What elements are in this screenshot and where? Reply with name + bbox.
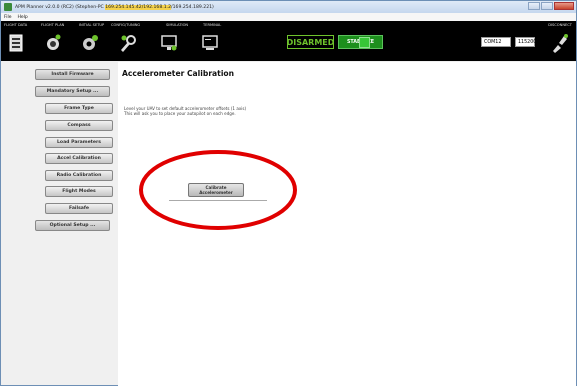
- window-title: APM Planner v2.0.0 (RC2) (Stephen-PC 169…: [15, 4, 214, 10]
- sidebar-item-compass[interactable]: Compass: [45, 120, 113, 131]
- armed-status-indicator: DISARMED: [287, 35, 334, 49]
- tab-initial-setup-label[interactable]: INITIAL SETUP: [79, 23, 104, 27]
- simulation-icon[interactable]: [160, 33, 178, 53]
- menu-bar: File Help: [1, 13, 576, 21]
- calibration-instructions: Level your UAV to set default accelerome…: [124, 106, 247, 116]
- flight-plan-icon[interactable]: [44, 33, 62, 53]
- tab-flight-plan-label[interactable]: FLIGHT PLAN: [41, 23, 64, 27]
- flight-data-icon[interactable]: [7, 33, 25, 53]
- sidebar-item-failsafe[interactable]: Failsafe: [45, 203, 113, 214]
- connection-status-led: [359, 37, 370, 48]
- tab-flight-data-label[interactable]: FLIGHT DATA: [4, 23, 27, 27]
- tab-simulation-label[interactable]: SIMULATION: [166, 23, 188, 27]
- calibrate-accelerometer-button[interactable]: Calibrate Accelerometer: [188, 183, 244, 197]
- toolbar: FLIGHT DATA FLIGHT PLAN INITIAL SETUP CO…: [1, 21, 576, 61]
- sidebar-item-mandatory-setup[interactable]: Mandatory Setup ...: [35, 86, 110, 97]
- tab-config-tuning-label[interactable]: CONFIG/TUNING: [111, 23, 140, 27]
- maximize-button[interactable]: [541, 2, 553, 10]
- sidebar-item-flight-modes[interactable]: Flight Modes: [45, 186, 113, 197]
- terminal-icon[interactable]: [201, 33, 219, 53]
- com-port-select[interactable]: COM12: [481, 37, 511, 47]
- disconnect-plug-icon[interactable]: [550, 33, 568, 53]
- baud-rate-select[interactable]: 115200: [515, 37, 536, 47]
- menu-file[interactable]: File: [4, 15, 12, 20]
- tab-terminal-label[interactable]: TERMINAL: [203, 23, 221, 27]
- sidebar-item-frame-type[interactable]: Frame Type: [45, 103, 113, 114]
- initial-setup-icon[interactable]: [81, 33, 99, 53]
- title-bar: APM Planner v2.0.0 (RC2) (Stephen-PC 169…: [1, 1, 576, 13]
- divider: [169, 200, 267, 201]
- sidebar-item-accel-calibration[interactable]: Accel Calibration: [45, 153, 113, 164]
- disconnect-label[interactable]: DISCONNECT: [548, 23, 572, 27]
- sidebar-item-radio-calibration[interactable]: Radio Calibration: [45, 170, 113, 181]
- close-button[interactable]: [554, 2, 574, 10]
- minimize-button[interactable]: [528, 2, 540, 10]
- app-window: APM Planner v2.0.0 (RC2) (Stephen-PC 169…: [0, 0, 577, 386]
- config-tuning-icon[interactable]: [118, 33, 136, 53]
- menu-help[interactable]: Help: [18, 15, 28, 20]
- app-icon: [4, 3, 12, 11]
- page-title: Accelerometer Calibration: [122, 69, 235, 78]
- sidebar-item-optional-setup[interactable]: Optional Setup ...: [35, 220, 110, 231]
- sidebar-item-install-firmware[interactable]: Install Firmware: [35, 69, 110, 80]
- sidebar-item-load-parameters[interactable]: Load Parameters: [45, 137, 113, 148]
